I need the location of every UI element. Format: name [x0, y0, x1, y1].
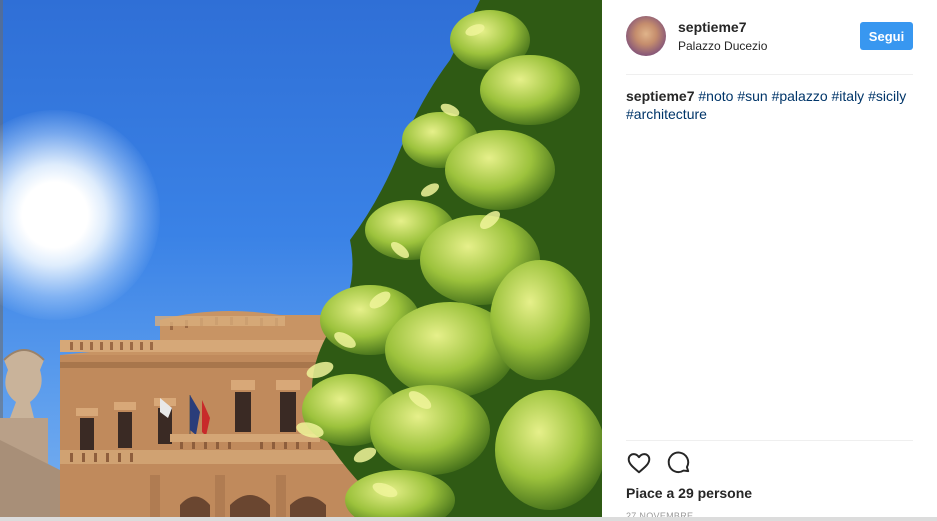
post-caption: septieme7 #noto #sun #palazzo #italy #si… — [626, 87, 916, 123]
tree-foliage — [296, 0, 602, 521]
hashtag-link[interactable]: #architecture — [626, 106, 707, 122]
hashtag-link[interactable]: #italy — [832, 88, 865, 104]
heart-icon[interactable] — [626, 450, 652, 476]
avatar[interactable] — [626, 16, 666, 56]
follow-button[interactable]: Segui — [860, 22, 913, 50]
comment-icon[interactable] — [666, 450, 692, 476]
actions-divider — [626, 440, 913, 441]
stone-urn — [0, 349, 60, 521]
header-divider — [626, 74, 913, 75]
post-sidebar: septieme7 Palazzo Ducezio Segui septieme… — [602, 0, 937, 521]
caption-author[interactable]: septieme7 — [626, 88, 694, 104]
hashtag-link[interactable]: #sun — [737, 88, 767, 104]
hashtag-link[interactable]: #sicily — [868, 88, 906, 104]
post-photo[interactable] — [0, 0, 602, 521]
hashtag-link[interactable]: #noto — [698, 88, 733, 104]
post-username[interactable]: septieme7 — [678, 19, 746, 35]
post-location[interactable]: Palazzo Ducezio — [678, 39, 767, 53]
hashtag-link[interactable]: #palazzo — [772, 88, 828, 104]
sun-glare — [0, 110, 160, 320]
bottom-scrollbar[interactable] — [0, 517, 937, 521]
likes-count[interactable]: Piace a 29 persone — [626, 485, 752, 501]
